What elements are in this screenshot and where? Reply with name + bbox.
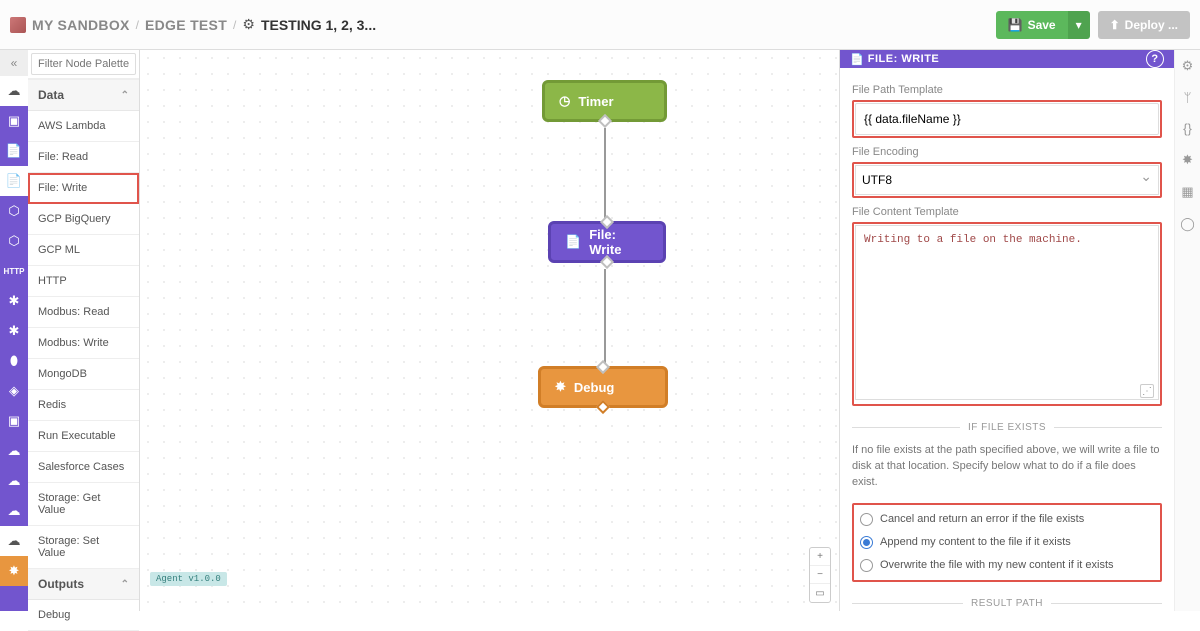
palette-item[interactable]: Debug [28,600,139,631]
crumb-project[interactable]: EDGE TEST [145,17,227,33]
palette-item[interactable]: MongoDB [28,359,139,390]
save-icon: 💾 [1008,18,1023,32]
avatar [10,17,26,33]
opt-overwrite[interactable]: Overwrite the file with my new content i… [860,559,1154,572]
opt-cancel[interactable]: Cancel and return an error if the file e… [860,513,1154,526]
palette-item[interactable]: Storage: Get Value [28,483,139,526]
gear-icon[interactable]: ⚙ [242,16,255,33]
http-icon[interactable]: HTTP [0,256,28,286]
help-icon[interactable]: ? [1146,50,1164,68]
chevron-up-icon: ⌃ [121,579,129,590]
mongo-icon[interactable]: ⬮ [0,346,28,376]
icon-rail: « ☁ ▣ 📄 📄 ⬡ ⬡ HTTP ✱ ✱ ⬮ ◈ ▣ ☁ ☁ ☁ ☁ ✸ [0,50,28,611]
resize-handle[interactable]: ⋰ [1140,384,1154,398]
palette-item[interactable]: Redis [28,390,139,421]
debug-icon[interactable]: ✸ [1182,152,1193,168]
slash: / [136,18,139,32]
agent-version: Agent v1.0.0 [150,572,227,586]
tool-rail: ⚙ ᛘ {} ✸ ▦ ◯ [1174,50,1200,611]
exists-options: Cancel and return an error if the file e… [852,503,1162,582]
palette-item[interactable]: GCP BigQuery [28,204,139,235]
palette-item[interactable]: Modbus: Read [28,297,139,328]
edge [604,269,606,365]
file-icon[interactable]: 📄 [0,136,28,166]
palette-item[interactable]: Salesforce Cases [28,452,139,483]
palette-item[interactable]: Storage: Set Value [28,526,139,569]
lambda-icon[interactable]: ▣ [0,106,28,136]
edge [604,128,606,220]
modbus-icon[interactable]: ✱ [0,286,28,316]
salesforce-icon[interactable]: ☁ [0,436,28,466]
save-button[interactable]: 💾 Save [996,11,1068,39]
panel-title: FILE: WRITE [868,53,940,65]
palette-item[interactable]: File: Read [28,142,139,173]
opt-append[interactable]: Append my content to the file if it exis… [860,536,1154,549]
file-icon: 📄 [850,53,864,66]
zoom-fit[interactable]: ▭ [810,584,830,602]
outputs-icon[interactable]: ☁ [0,526,28,556]
palette-item[interactable]: Run Executable [28,421,139,452]
redis-icon[interactable]: ◈ [0,376,28,406]
deploy-button[interactable]: ⬆ Deploy ... [1098,11,1190,39]
debug-icon[interactable]: ✸ [0,556,28,586]
upload-icon: ⬆ [1110,18,1120,32]
file-write-icon[interactable]: 📄 [0,166,28,196]
node-filewrite[interactable]: 📄 File: Write [548,221,666,263]
save-dropdown[interactable]: ▾ [1068,11,1090,39]
palette-item[interactable]: HTTP [28,266,139,297]
group-outputs[interactable]: Outputs⌃ [28,569,139,600]
exists-help: If no file exists at the path specified … [852,443,1162,491]
globe-icon[interactable]: ◯ [1180,216,1195,232]
grid-icon[interactable]: ▦ [1181,184,1193,200]
encoding-select[interactable]: UTF8 [855,165,1159,195]
zoom-out[interactable]: − [810,566,830,584]
file-path-label: File Path Template [852,84,1162,96]
chevron-up-icon: ⌃ [121,90,129,101]
file-icon: 📄 [565,234,581,250]
file-path-input[interactable] [855,103,1159,135]
bug-icon: ✸ [555,379,566,395]
clock-icon: ◷ [559,93,570,109]
cloud-icon[interactable]: ☁ [0,76,28,106]
section-if-exists: IF FILE EXISTS [968,422,1046,433]
node-timer[interactable]: ◷ Timer [542,80,667,122]
storage-get-icon[interactable]: ☁ [0,466,28,496]
gear-icon[interactable]: ⚙ [1182,58,1194,74]
page-title: TESTING 1, 2, 3... [261,17,376,33]
palette-filter-input[interactable] [31,53,136,75]
node-debug[interactable]: ✸ Debug [538,366,668,408]
breadcrumb: MY SANDBOX / EDGE TEST / ⚙ TESTING 1, 2,… [10,16,996,33]
property-panel: 📄 FILE: WRITE ? File Path Template File … [839,50,1174,611]
palette-item[interactable]: GCP ML [28,235,139,266]
storage-set-icon[interactable]: ☁ [0,496,28,526]
hex-icon[interactable]: ⬡ [0,196,28,226]
palette-item[interactable]: Modbus: Write [28,328,139,359]
node-palette: Data⌃ AWS LambdaFile: ReadFile: WriteGCP… [28,50,140,611]
crumb-sandbox[interactable]: MY SANDBOX [32,17,130,33]
group-data[interactable]: Data⌃ [28,80,139,111]
zoom-in[interactable]: + [810,548,830,566]
flow-canvas[interactable]: ◷ Timer 📄 File: Write ✸ Debug Agent v1.0… [140,50,839,611]
palette-item[interactable]: AWS Lambda [28,111,139,142]
content-label: File Content Template [852,206,1162,218]
collapse-sidebar[interactable]: « [0,50,28,76]
hex-icon[interactable]: ⬡ [0,226,28,256]
palette-item[interactable]: File: Write [28,173,139,204]
slash: / [233,18,236,32]
braces-icon[interactable]: {} [1183,121,1192,136]
modbus-icon[interactable]: ✱ [0,316,28,346]
content-textarea[interactable] [855,225,1159,400]
encoding-label: File Encoding [852,146,1162,158]
section-result-path: RESULT PATH [971,598,1043,609]
run-icon[interactable]: ▣ [0,406,28,436]
branch-icon[interactable]: ᛘ [1184,90,1192,105]
